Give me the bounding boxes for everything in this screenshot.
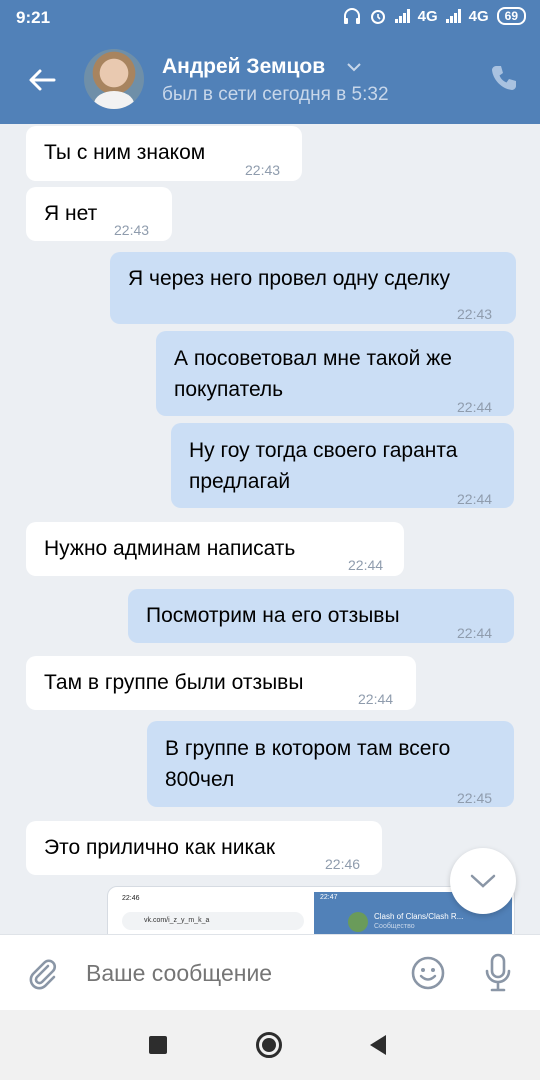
message-text: Это прилично как никак xyxy=(44,836,275,859)
thumb-time: 22:47 xyxy=(320,894,338,901)
signal-icon xyxy=(394,9,410,23)
screenshot-thumb-left: 22:46 vk.com/i_z_y_m_k_a xyxy=(114,892,312,934)
thumb-title: Clash of Clans/Clash R... xyxy=(374,912,464,921)
message-text: Посмотрим на его отзывы xyxy=(146,604,400,627)
message-bubble[interactable]: Я через него провел одну сделку 22:43 xyxy=(110,252,516,324)
message-time: 22:44 xyxy=(457,625,493,641)
message-bubble[interactable]: Нужно админам написать 22:44 xyxy=(26,522,404,576)
thumb-time: 22:46 xyxy=(122,895,140,902)
scroll-down-button[interactable] xyxy=(450,848,516,914)
paperclip-icon[interactable] xyxy=(24,955,60,991)
message-list[interactable]: Ты с ним знаком 22:43 Я нет 22:43 Я чере… xyxy=(0,124,540,934)
message-bubble[interactable]: Посмотрим на его отзывы 22:44 xyxy=(128,589,514,643)
last-seen-status: был в сети сегодня в 5:32 xyxy=(162,84,389,105)
message-bubble[interactable]: В группе в котором там всего 800чел 22:4… xyxy=(147,721,514,807)
network-type-1: 4G xyxy=(417,7,438,25)
message-bubble[interactable]: Это прилично как никак 22:46 xyxy=(26,821,382,875)
message-time: 22:45 xyxy=(457,790,493,806)
message-time: 22:43 xyxy=(245,162,281,178)
message-bubble[interactable]: Я нет 22:43 xyxy=(26,187,172,241)
message-time: 22:44 xyxy=(457,491,493,507)
battery-icon: 69 xyxy=(496,7,526,25)
microphone-icon[interactable] xyxy=(484,953,512,993)
contact-name[interactable]: Андрей Земцов xyxy=(162,55,325,79)
message-input[interactable] xyxy=(86,955,386,991)
back-button[interactable] xyxy=(370,1035,386,1055)
message-time: 22:44 xyxy=(358,691,394,707)
thumb-url: vk.com/i_z_y_m_k_a xyxy=(122,912,304,930)
composer xyxy=(0,934,540,1010)
chevron-down-icon xyxy=(470,874,496,888)
status-icons: 4G 4G 69 xyxy=(343,7,526,25)
back-arrow-icon[interactable] xyxy=(22,60,62,100)
network-type-2: 4G xyxy=(468,7,489,25)
message-bubble[interactable]: Ты с ним знаком 22:43 xyxy=(26,126,302,181)
message-time: 22:46 xyxy=(325,856,361,872)
status-bar: 9:21 4G 4G 69 xyxy=(0,0,540,36)
message-text: Ты с ним знаком xyxy=(44,141,206,164)
message-text: Там в группе были отзывы xyxy=(44,671,304,694)
message-text: Я нет xyxy=(44,202,98,225)
status-time: 9:21 xyxy=(16,8,51,27)
avatar[interactable] xyxy=(84,49,144,109)
message-time: 22:44 xyxy=(457,399,493,415)
signal-icon xyxy=(445,9,461,23)
message-time: 22:43 xyxy=(114,222,150,238)
chevron-down-icon[interactable] xyxy=(344,57,364,77)
message-bubble[interactable]: Ну гоу тогда своего гаранта предлагай 22… xyxy=(171,423,514,508)
emoji-icon[interactable] xyxy=(410,955,446,991)
home-button[interactable] xyxy=(256,1032,282,1058)
message-text: Нужно админам написать xyxy=(44,537,296,560)
message-text: А посоветовал мне такой же покупатель xyxy=(174,347,452,401)
headphones-icon xyxy=(343,8,360,24)
message-text: Я через него провел одну сделку xyxy=(128,267,451,290)
chat-header: 9:21 4G 4G 69 Андрей Земцов был в сети с… xyxy=(0,0,540,124)
phone-icon[interactable] xyxy=(488,62,520,94)
message-time: 22:43 xyxy=(457,306,493,322)
thumb-subtitle: Сообщество xyxy=(374,923,415,930)
message-time: 22:44 xyxy=(348,557,384,573)
alarm-icon xyxy=(370,10,385,24)
group-avatar xyxy=(348,912,368,932)
message-bubble[interactable]: Там в группе были отзывы 22:44 xyxy=(26,656,416,710)
system-navigation-bar xyxy=(0,1010,540,1080)
message-bubble[interactable]: А посоветовал мне такой же покупатель 22… xyxy=(156,331,514,416)
recent-apps-button[interactable] xyxy=(149,1036,167,1054)
